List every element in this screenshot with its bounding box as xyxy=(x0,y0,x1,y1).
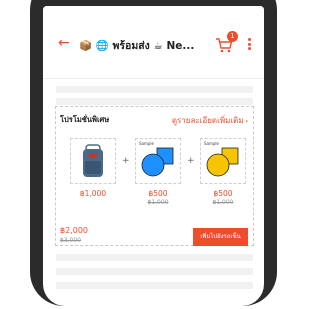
chevron-right-icon: › xyxy=(245,118,248,125)
backpack-icon xyxy=(83,144,103,177)
bundle-title: โปรโมชั่นพิเศษ xyxy=(60,115,110,124)
bundle-deal-card: โปรโมชั่นพิเศษ ดูรายละเอียดเพิ่มเติม › +… xyxy=(55,106,254,246)
bundle-details-label: ดูรายละเอียดเพิ่มเติม xyxy=(171,116,244,125)
bundle-original-total: ฿3,000 xyxy=(60,237,81,244)
placeholder-line xyxy=(56,86,253,93)
sample-tag: Sample xyxy=(139,141,154,146)
more-options-icon[interactable] xyxy=(248,38,251,50)
product-original-price: ฿1,000 xyxy=(212,199,234,206)
bundle-total-price: ฿2,000 xyxy=(60,226,88,235)
add-to-cart-button[interactable]: เพิ่มไปยังรถเข็น xyxy=(193,228,248,246)
bundle-product-sample-blue[interactable]: Sample xyxy=(135,138,181,184)
cart-badge: 1 xyxy=(227,31,238,42)
product-header: ← 📦 🌐 พร้อมส่ง ☕ Ne... 1 xyxy=(43,6,264,79)
product-price: ฿500 xyxy=(148,189,168,198)
bundle-product-backpack[interactable] xyxy=(70,138,116,184)
product-price: ฿1,000 xyxy=(79,189,107,198)
product-price: ฿500 xyxy=(213,189,233,198)
bundle-details-link[interactable]: ดูรายละเอียดเพิ่มเติม › xyxy=(172,114,248,127)
placeholder-line xyxy=(56,254,253,261)
product-title: 📦 🌐 พร้อมส่ง ☕ Ne... xyxy=(79,40,195,52)
back-arrow-icon[interactable]: ← xyxy=(58,36,70,50)
plus-icon: + xyxy=(122,156,130,166)
product-original-price: ฿1,000 xyxy=(147,199,169,206)
plus-icon: + xyxy=(187,156,195,166)
app-screen: ← 📦 🌐 พร้อมส่ง ☕ Ne... 1 โปรโมชั่นพิเศษ … xyxy=(43,6,264,306)
placeholder-line xyxy=(56,282,253,289)
sample-tag: Sample xyxy=(204,141,219,146)
placeholder-line xyxy=(56,268,253,275)
bundle-product-sample-yellow[interactable]: Sample xyxy=(200,138,246,184)
placeholder-line xyxy=(56,98,253,105)
